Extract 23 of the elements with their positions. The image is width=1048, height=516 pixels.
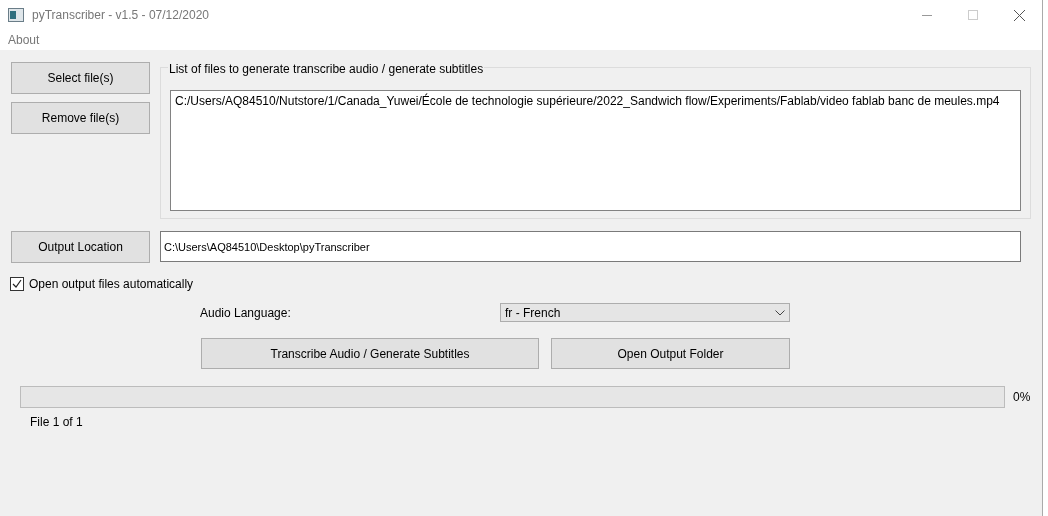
output-path-field[interactable]: C:\Users\AQ84510\Desktop\pyTranscriber [160,231,1021,262]
language-label: Audio Language: [200,305,292,320]
action-button[interactable]: Open Output Folder [551,338,790,369]
checkbox-label: Open output files automatically [29,277,194,291]
file-list[interactable]: C:/Users/AQ84510/Nutstore/1/Canada_Yuwei/École de technologie supérieure/2022_Sandwich flow/Experiments/Fablab/video fablab banc de meules.mp4 [170,90,1021,211]
checkbox[interactable] [10,277,24,291]
status-text: File 1 of 1 [30,415,84,429]
file-path[interactable]: C:/Users/AQ84510/Nutstore/1/Canada_Yuwei/École de technologie supérieure/2022_Sandwich flow/Experiments/Fablab/video fablab banc de meules.mp4 [175,94,1016,108]
menu-item[interactable]: About [8,33,40,47]
chevron-down-icon [775,309,785,316]
open-automatically-checkbox[interactable]: Open output files automatically [10,277,1031,291]
window-title: pyTranscriber - v1.5 - 07/12/2020 [32,8,210,22]
maximize-icon [968,10,978,20]
progress-reading: 0% [1013,390,1031,404]
file-button[interactable]: Remove file(s) [11,102,150,134]
close-icon [1013,9,1025,21]
file-button[interactable]: Select file(s) [11,62,150,94]
language-dropdown[interactable]: fr - French [500,303,790,322]
output-location-button[interactable]: Output Location [11,231,150,263]
action-button[interactable]: Transcribe Audio / Generate Subtitles [201,338,539,369]
minimize-icon [922,14,932,16]
group-title: List of files to generate transcribe audio / generate subtitles [168,62,485,76]
app-icon [8,8,24,22]
